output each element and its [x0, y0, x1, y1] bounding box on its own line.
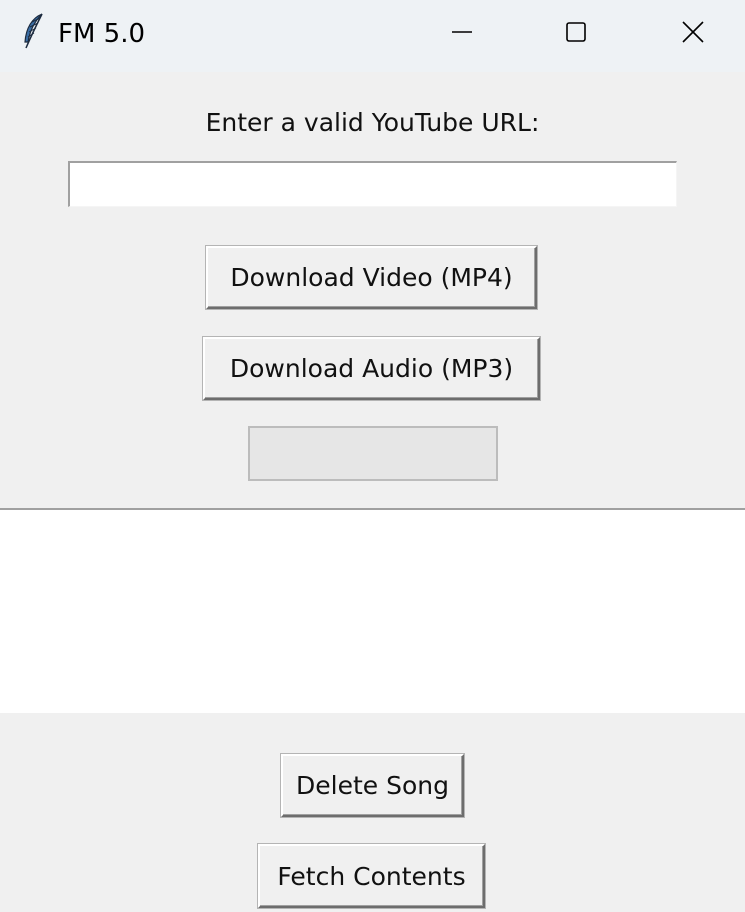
fetch-contents-button[interactable]: Fetch Contents — [258, 844, 485, 908]
song-listbox[interactable] — [0, 508, 745, 713]
download-video-button[interactable]: Download Video (MP4) — [206, 246, 537, 309]
url-prompt-label: Enter a valid YouTube URL: — [205, 108, 540, 137]
maximize-icon — [566, 22, 586, 42]
window-title: FM 5.0 — [58, 19, 146, 49]
feather-icon — [24, 13, 43, 49]
main-window: Enter a valid YouTube URL: Download Vide… — [0, 72, 745, 912]
title-bar[interactable]: FM 5.0 — [0, 0, 745, 72]
url-input[interactable] — [68, 161, 677, 207]
maximize-button[interactable] — [524, 0, 628, 64]
close-button[interactable] — [641, 0, 745, 64]
minimize-icon — [452, 31, 472, 33]
close-icon — [682, 21, 704, 43]
progress-bar — [248, 426, 498, 481]
download-audio-button[interactable]: Download Audio (MP3) — [203, 337, 540, 400]
delete-song-button[interactable]: Delete Song — [281, 754, 464, 817]
minimize-button[interactable] — [410, 0, 514, 64]
